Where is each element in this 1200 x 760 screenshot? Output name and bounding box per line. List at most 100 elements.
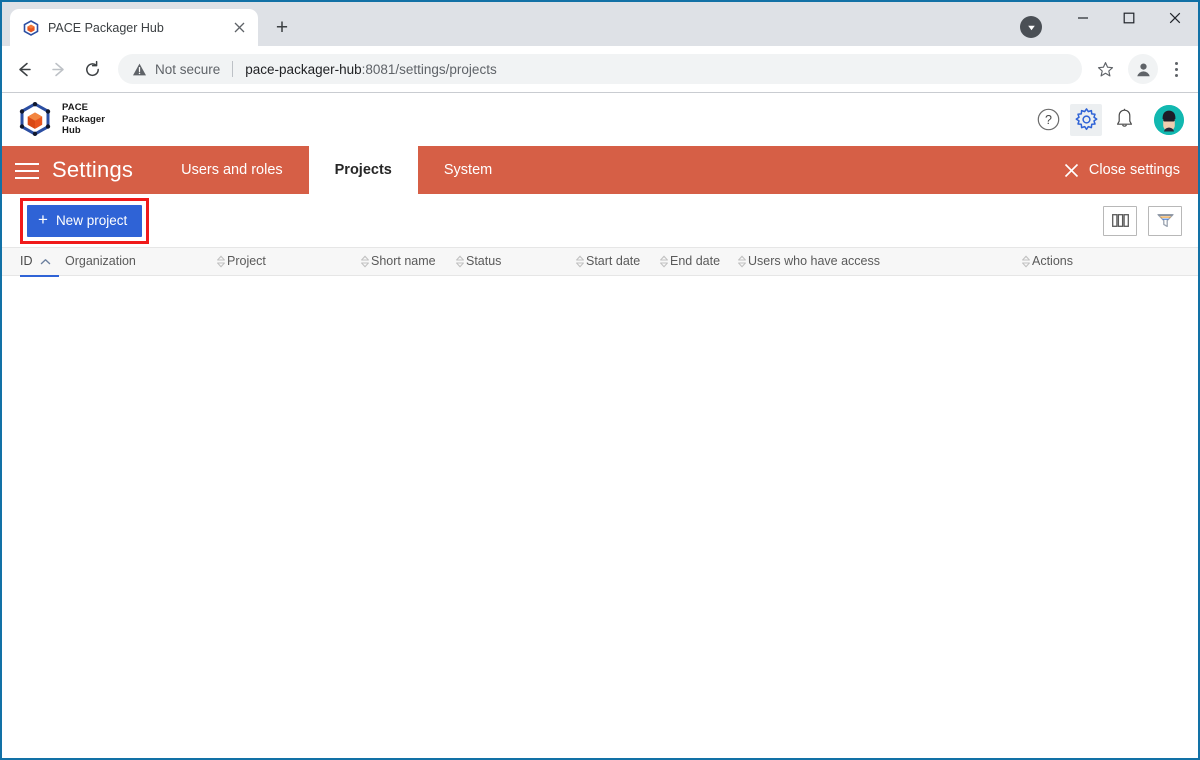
sort-toggle-status[interactable] [574, 247, 586, 276]
column-label: Actions [1032, 254, 1073, 269]
url-path: :8081/settings/projects [361, 61, 497, 77]
security-status-text: Not secure [155, 61, 221, 77]
address-bar-url: pace-packager-hub:8081/settings/projects [245, 62, 496, 77]
pace-cube-favicon [23, 19, 39, 36]
projects-table-body [2, 276, 1198, 742]
sort-toggle-end-date[interactable] [736, 247, 748, 276]
tab-projects[interactable]: Projects [308, 146, 418, 194]
arrow-back-icon[interactable] [8, 53, 40, 85]
column-header-project[interactable]: Project [227, 247, 359, 276]
kebab-dot [1174, 61, 1178, 65]
close-icon[interactable] [228, 17, 250, 39]
arrow-forward-icon [42, 53, 74, 85]
column-header-start-date[interactable]: Start date [586, 247, 658, 276]
column-label: Project [227, 254, 266, 269]
projects-content: + New project ID Organization Project Sh… [2, 194, 1198, 742]
app-logo[interactable]: PACE Packager Hub [18, 102, 105, 137]
filter-button[interactable] [1148, 205, 1182, 236]
profile-avatar-icon[interactable] [1128, 54, 1158, 84]
sort-toggle-short-name[interactable] [454, 247, 466, 276]
sort-updown-icon [454, 255, 465, 268]
column-label: Users who have access [748, 254, 881, 269]
column-header-organization[interactable]: Organization [65, 247, 215, 276]
hamburger-line [15, 163, 39, 165]
brand-wordmark: PACE Packager Hub [62, 102, 105, 137]
column-header-status[interactable]: Status [466, 247, 574, 276]
projects-toolbar: + New project [2, 194, 1198, 247]
minimize-icon[interactable] [1060, 2, 1106, 34]
column-header-users-who-have-access[interactable]: Users who have access [748, 247, 1020, 276]
tab-users-and-roles[interactable]: Users and roles [155, 146, 309, 194]
new-project-button[interactable]: + New project [27, 204, 143, 237]
window-controls [1060, 2, 1198, 46]
column-header-id[interactable]: ID [20, 247, 65, 277]
column-label: Short name [371, 254, 436, 269]
sort-updown-icon [359, 255, 370, 268]
sort-updown-icon [1020, 255, 1031, 268]
new-project-label: New project [55, 213, 128, 228]
brand-line-2: Packager [62, 113, 106, 125]
funnel-filter-icon [1156, 213, 1174, 228]
gear-icon[interactable] [1070, 103, 1102, 136]
projects-table-header: ID Organization Project Short name Statu… [2, 247, 1198, 277]
close-settings-button[interactable]: Close settings [1054, 146, 1198, 194]
hamburger-menu-icon[interactable] [2, 146, 52, 194]
url-host: pace-packager-hub [245, 61, 362, 77]
bell-icon[interactable] [1108, 104, 1140, 136]
close-x-icon [1064, 163, 1079, 178]
kebab-dot [1174, 73, 1178, 77]
star-icon[interactable] [1090, 54, 1120, 84]
browser-toolbar: Not secure pace-packager-hub:8081/settin… [2, 46, 1198, 93]
user-avatar[interactable] [1154, 104, 1184, 135]
page-title: Settings [52, 157, 134, 182]
column-header-short-name[interactable]: Short name [371, 247, 454, 276]
sort-updown-icon [658, 255, 669, 268]
maximize-icon[interactable] [1106, 2, 1152, 34]
settings-bar: Settings Users and roles Projects System… [2, 146, 1198, 194]
tab-system[interactable]: System [418, 146, 518, 194]
hamburger-line [15, 177, 39, 179]
new-tab-button[interactable]: + [267, 12, 297, 42]
reload-icon[interactable] [76, 53, 108, 85]
settings-bar-spacer [518, 146, 1054, 194]
columns-button[interactable] [1103, 205, 1137, 236]
columns-icon [1111, 214, 1129, 227]
sort-toggle-actions[interactable] [1020, 247, 1032, 276]
address-bar[interactable]: Not secure pace-packager-hub:8081/settin… [118, 54, 1082, 84]
app-header: PACE Packager Hub ? [2, 93, 1198, 146]
header-actions: ? [1032, 103, 1184, 136]
chevron-up-icon [40, 258, 51, 266]
close-settings-label: Close settings [1088, 162, 1180, 178]
kebab-dot [1174, 67, 1178, 71]
svg-text:?: ? [1045, 113, 1052, 127]
omnibox-divider [232, 61, 234, 77]
column-label: Start date [586, 254, 641, 269]
plus-icon: + [38, 210, 48, 229]
browser-tab[interactable]: PACE Packager Hub [10, 9, 258, 46]
status-bar [2, 742, 1198, 758]
browser-window: PACE Packager Hub + Not secure pace-pack… [0, 0, 1200, 760]
column-header-end-date[interactable]: End date [670, 247, 736, 276]
column-label: Status [466, 254, 502, 269]
column-label: Organization [65, 254, 136, 269]
brand-line-1: PACE [62, 102, 89, 114]
window-close-icon[interactable] [1152, 2, 1198, 34]
sort-toggle-start-date[interactable] [658, 247, 670, 276]
hamburger-line [15, 170, 39, 172]
sort-toggle-project[interactable] [359, 247, 371, 276]
new-project-highlight: + New project [20, 197, 150, 244]
downloads-chevron-icon[interactable] [1020, 16, 1042, 38]
sort-updown-icon [574, 255, 585, 268]
pace-cube-logo [18, 102, 52, 137]
help-icon[interactable]: ? [1032, 104, 1064, 136]
column-header-actions[interactable]: Actions [1032, 247, 1073, 276]
browser-tab-title: PACE Packager Hub [48, 20, 164, 35]
three-dot-menu-icon[interactable] [1162, 54, 1190, 84]
sort-toggle-organization[interactable] [215, 247, 227, 276]
column-label: End date [670, 254, 721, 269]
browser-tab-strip: PACE Packager Hub + [2, 2, 1198, 46]
not-secure-warning-icon [132, 62, 147, 77]
sort-updown-icon [215, 255, 226, 268]
sort-updown-icon [736, 255, 747, 268]
column-label: ID [20, 254, 33, 269]
